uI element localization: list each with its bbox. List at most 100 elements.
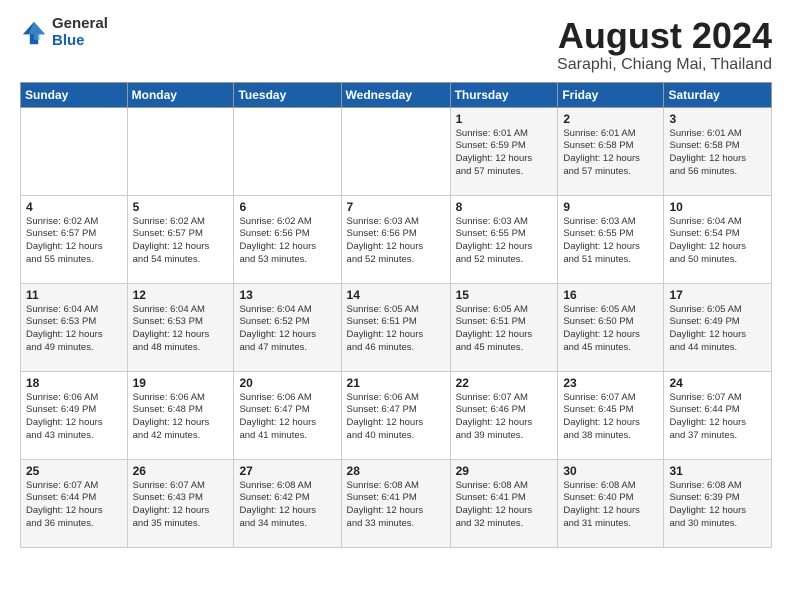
day-info: Sunrise: 6:06 AM Sunset: 6:49 PM Dayligh… <box>26 392 122 443</box>
day-info: Sunrise: 6:05 AM Sunset: 6:51 PM Dayligh… <box>347 304 445 355</box>
weekday-header: Wednesday <box>341 82 450 107</box>
calendar-cell: 13 Sunrise: 6:04 AM Sunset: 6:52 PM Dayli… <box>234 283 341 371</box>
calendar-cell <box>234 107 341 195</box>
calendar-cell: 30 Sunrise: 6:08 AM Sunset: 6:40 PM Dayli… <box>558 459 664 547</box>
logo-text: General Blue <box>52 16 108 49</box>
calendar-cell: 18Sunrise: 6:06 AM Sunset: 6:49 PM Dayli… <box>21 371 128 459</box>
day-info: Sunrise: 6:08 AM Sunset: 6:41 PM Dayligh… <box>456 480 553 531</box>
calendar-week-row: 4 Sunrise: 6:02 AM Sunset: 6:57 PM Daylig… <box>21 195 772 283</box>
day-info: Sunrise: 6:01 AM Sunset: 6:58 PM Dayligh… <box>669 128 766 179</box>
logo-general-text: General <box>52 16 108 33</box>
calendar-cell: 21 Sunrise: 6:06 AM Sunset: 6:47 PM Dayli… <box>341 371 450 459</box>
calendar-cell: 20 Sunrise: 6:06 AM Sunset: 6:47 PM Dayli… <box>234 371 341 459</box>
weekday-header: Sunday <box>21 82 128 107</box>
day-info: Sunrise: 6:06 AM Sunset: 6:47 PM Dayligh… <box>347 392 445 443</box>
day-number: 22 <box>456 376 553 390</box>
day-info: Sunrise: 6:01 AM Sunset: 6:58 PM Dayligh… <box>563 128 658 179</box>
day-info: Sunrise: 6:05 AM Sunset: 6:51 PM Dayligh… <box>456 304 553 355</box>
day-info: Sunrise: 6:07 AM Sunset: 6:43 PM Dayligh… <box>133 480 229 531</box>
calendar-table: SundayMondayTuesdayWednesdayThursdayFrid… <box>20 82 772 548</box>
weekday-header: Saturday <box>664 82 772 107</box>
day-info: Sunrise: 6:07 AM Sunset: 6:46 PM Dayligh… <box>456 392 553 443</box>
day-info: Sunrise: 6:03 AM Sunset: 6:56 PM Dayligh… <box>347 216 445 267</box>
header: General Blue August 2024 Saraphi, Chiang… <box>20 16 772 74</box>
calendar-cell: 7 Sunrise: 6:03 AM Sunset: 6:56 PM Daylig… <box>341 195 450 283</box>
day-info: Sunrise: 6:06 AM Sunset: 6:47 PM Dayligh… <box>239 392 335 443</box>
calendar-cell: 15 Sunrise: 6:05 AM Sunset: 6:51 PM Dayli… <box>450 283 558 371</box>
day-number: 3 <box>669 112 766 126</box>
calendar-cell: 1Sunrise: 6:01 AM Sunset: 6:59 PM Daylig… <box>450 107 558 195</box>
day-info: Sunrise: 6:03 AM Sunset: 6:55 PM Dayligh… <box>563 216 658 267</box>
day-number: 31 <box>669 464 766 478</box>
calendar-cell: 16Sunrise: 6:05 AM Sunset: 6:50 PM Dayli… <box>558 283 664 371</box>
calendar-cell: 26Sunrise: 6:07 AM Sunset: 6:43 PM Dayli… <box>127 459 234 547</box>
day-number: 5 <box>133 200 229 214</box>
day-info: Sunrise: 6:07 AM Sunset: 6:44 PM Dayligh… <box>26 480 122 531</box>
day-number: 27 <box>239 464 335 478</box>
calendar-cell: 24 Sunrise: 6:07 AM Sunset: 6:44 PM Dayli… <box>664 371 772 459</box>
calendar-cell: 6 Sunrise: 6:02 AM Sunset: 6:56 PM Daylig… <box>234 195 341 283</box>
day-number: 2 <box>563 112 658 126</box>
day-number: 16 <box>563 288 658 302</box>
calendar-cell: 29 Sunrise: 6:08 AM Sunset: 6:41 PM Dayli… <box>450 459 558 547</box>
calendar-week-row: 1Sunrise: 6:01 AM Sunset: 6:59 PM Daylig… <box>21 107 772 195</box>
calendar-title: August 2024 <box>557 16 772 56</box>
day-info: Sunrise: 6:08 AM Sunset: 6:40 PM Dayligh… <box>563 480 658 531</box>
day-number: 14 <box>347 288 445 302</box>
weekday-header: Friday <box>558 82 664 107</box>
day-info: Sunrise: 6:07 AM Sunset: 6:45 PM Dayligh… <box>563 392 658 443</box>
day-number: 13 <box>239 288 335 302</box>
day-info: Sunrise: 6:04 AM Sunset: 6:53 PM Dayligh… <box>26 304 122 355</box>
day-info: Sunrise: 6:02 AM Sunset: 6:56 PM Dayligh… <box>239 216 335 267</box>
calendar-cell: 9Sunrise: 6:03 AM Sunset: 6:55 PM Daylig… <box>558 195 664 283</box>
day-number: 4 <box>26 200 122 214</box>
day-number: 24 <box>669 376 766 390</box>
calendar-cell: 28 Sunrise: 6:08 AM Sunset: 6:41 PM Dayli… <box>341 459 450 547</box>
day-info: Sunrise: 6:05 AM Sunset: 6:49 PM Dayligh… <box>669 304 766 355</box>
weekday-header: Monday <box>127 82 234 107</box>
calendar-cell: 14 Sunrise: 6:05 AM Sunset: 6:51 PM Dayli… <box>341 283 450 371</box>
calendar-cell: 10 Sunrise: 6:04 AM Sunset: 6:54 PM Dayli… <box>664 195 772 283</box>
calendar-cell: 12Sunrise: 6:04 AM Sunset: 6:53 PM Dayli… <box>127 283 234 371</box>
day-info: Sunrise: 6:08 AM Sunset: 6:42 PM Dayligh… <box>239 480 335 531</box>
calendar-cell: 27 Sunrise: 6:08 AM Sunset: 6:42 PM Dayli… <box>234 459 341 547</box>
calendar-cell: 4Sunrise: 6:02 AM Sunset: 6:57 PM Daylig… <box>21 195 128 283</box>
day-number: 17 <box>669 288 766 302</box>
day-number: 28 <box>347 464 445 478</box>
calendar-cell <box>21 107 128 195</box>
weekday-header: Thursday <box>450 82 558 107</box>
day-info: Sunrise: 6:02 AM Sunset: 6:57 PM Dayligh… <box>133 216 229 267</box>
day-number: 30 <box>563 464 658 478</box>
day-number: 12 <box>133 288 229 302</box>
day-number: 21 <box>347 376 445 390</box>
day-number: 25 <box>26 464 122 478</box>
calendar-cell: 5 Sunrise: 6:02 AM Sunset: 6:57 PM Daylig… <box>127 195 234 283</box>
calendar-cell: 8 Sunrise: 6:03 AM Sunset: 6:55 PM Daylig… <box>450 195 558 283</box>
day-info: Sunrise: 6:04 AM Sunset: 6:52 PM Dayligh… <box>239 304 335 355</box>
calendar-cell: 2 Sunrise: 6:01 AM Sunset: 6:58 PM Daylig… <box>558 107 664 195</box>
day-number: 7 <box>347 200 445 214</box>
day-info: Sunrise: 6:07 AM Sunset: 6:44 PM Dayligh… <box>669 392 766 443</box>
day-number: 15 <box>456 288 553 302</box>
day-number: 20 <box>239 376 335 390</box>
day-number: 6 <box>239 200 335 214</box>
day-info: Sunrise: 6:06 AM Sunset: 6:48 PM Dayligh… <box>133 392 229 443</box>
day-info: Sunrise: 6:04 AM Sunset: 6:54 PM Dayligh… <box>669 216 766 267</box>
calendar-header-row: SundayMondayTuesdayWednesdayThursdayFrid… <box>21 82 772 107</box>
logo: General Blue <box>20 16 108 49</box>
page: General Blue August 2024 Saraphi, Chiang… <box>0 0 792 558</box>
calendar-week-row: 25 Sunrise: 6:07 AM Sunset: 6:44 PM Dayli… <box>21 459 772 547</box>
day-number: 29 <box>456 464 553 478</box>
day-info: Sunrise: 6:03 AM Sunset: 6:55 PM Dayligh… <box>456 216 553 267</box>
calendar-cell: 22 Sunrise: 6:07 AM Sunset: 6:46 PM Dayli… <box>450 371 558 459</box>
calendar-week-row: 18Sunrise: 6:06 AM Sunset: 6:49 PM Dayli… <box>21 371 772 459</box>
day-info: Sunrise: 6:08 AM Sunset: 6:41 PM Dayligh… <box>347 480 445 531</box>
calendar-cell: 25 Sunrise: 6:07 AM Sunset: 6:44 PM Dayli… <box>21 459 128 547</box>
day-number: 10 <box>669 200 766 214</box>
calendar-week-row: 11 Sunrise: 6:04 AM Sunset: 6:53 PM Dayli… <box>21 283 772 371</box>
day-number: 11 <box>26 288 122 302</box>
calendar-cell: 31Sunrise: 6:08 AM Sunset: 6:39 PM Dayli… <box>664 459 772 547</box>
weekday-header: Tuesday <box>234 82 341 107</box>
day-number: 23 <box>563 376 658 390</box>
day-number: 8 <box>456 200 553 214</box>
